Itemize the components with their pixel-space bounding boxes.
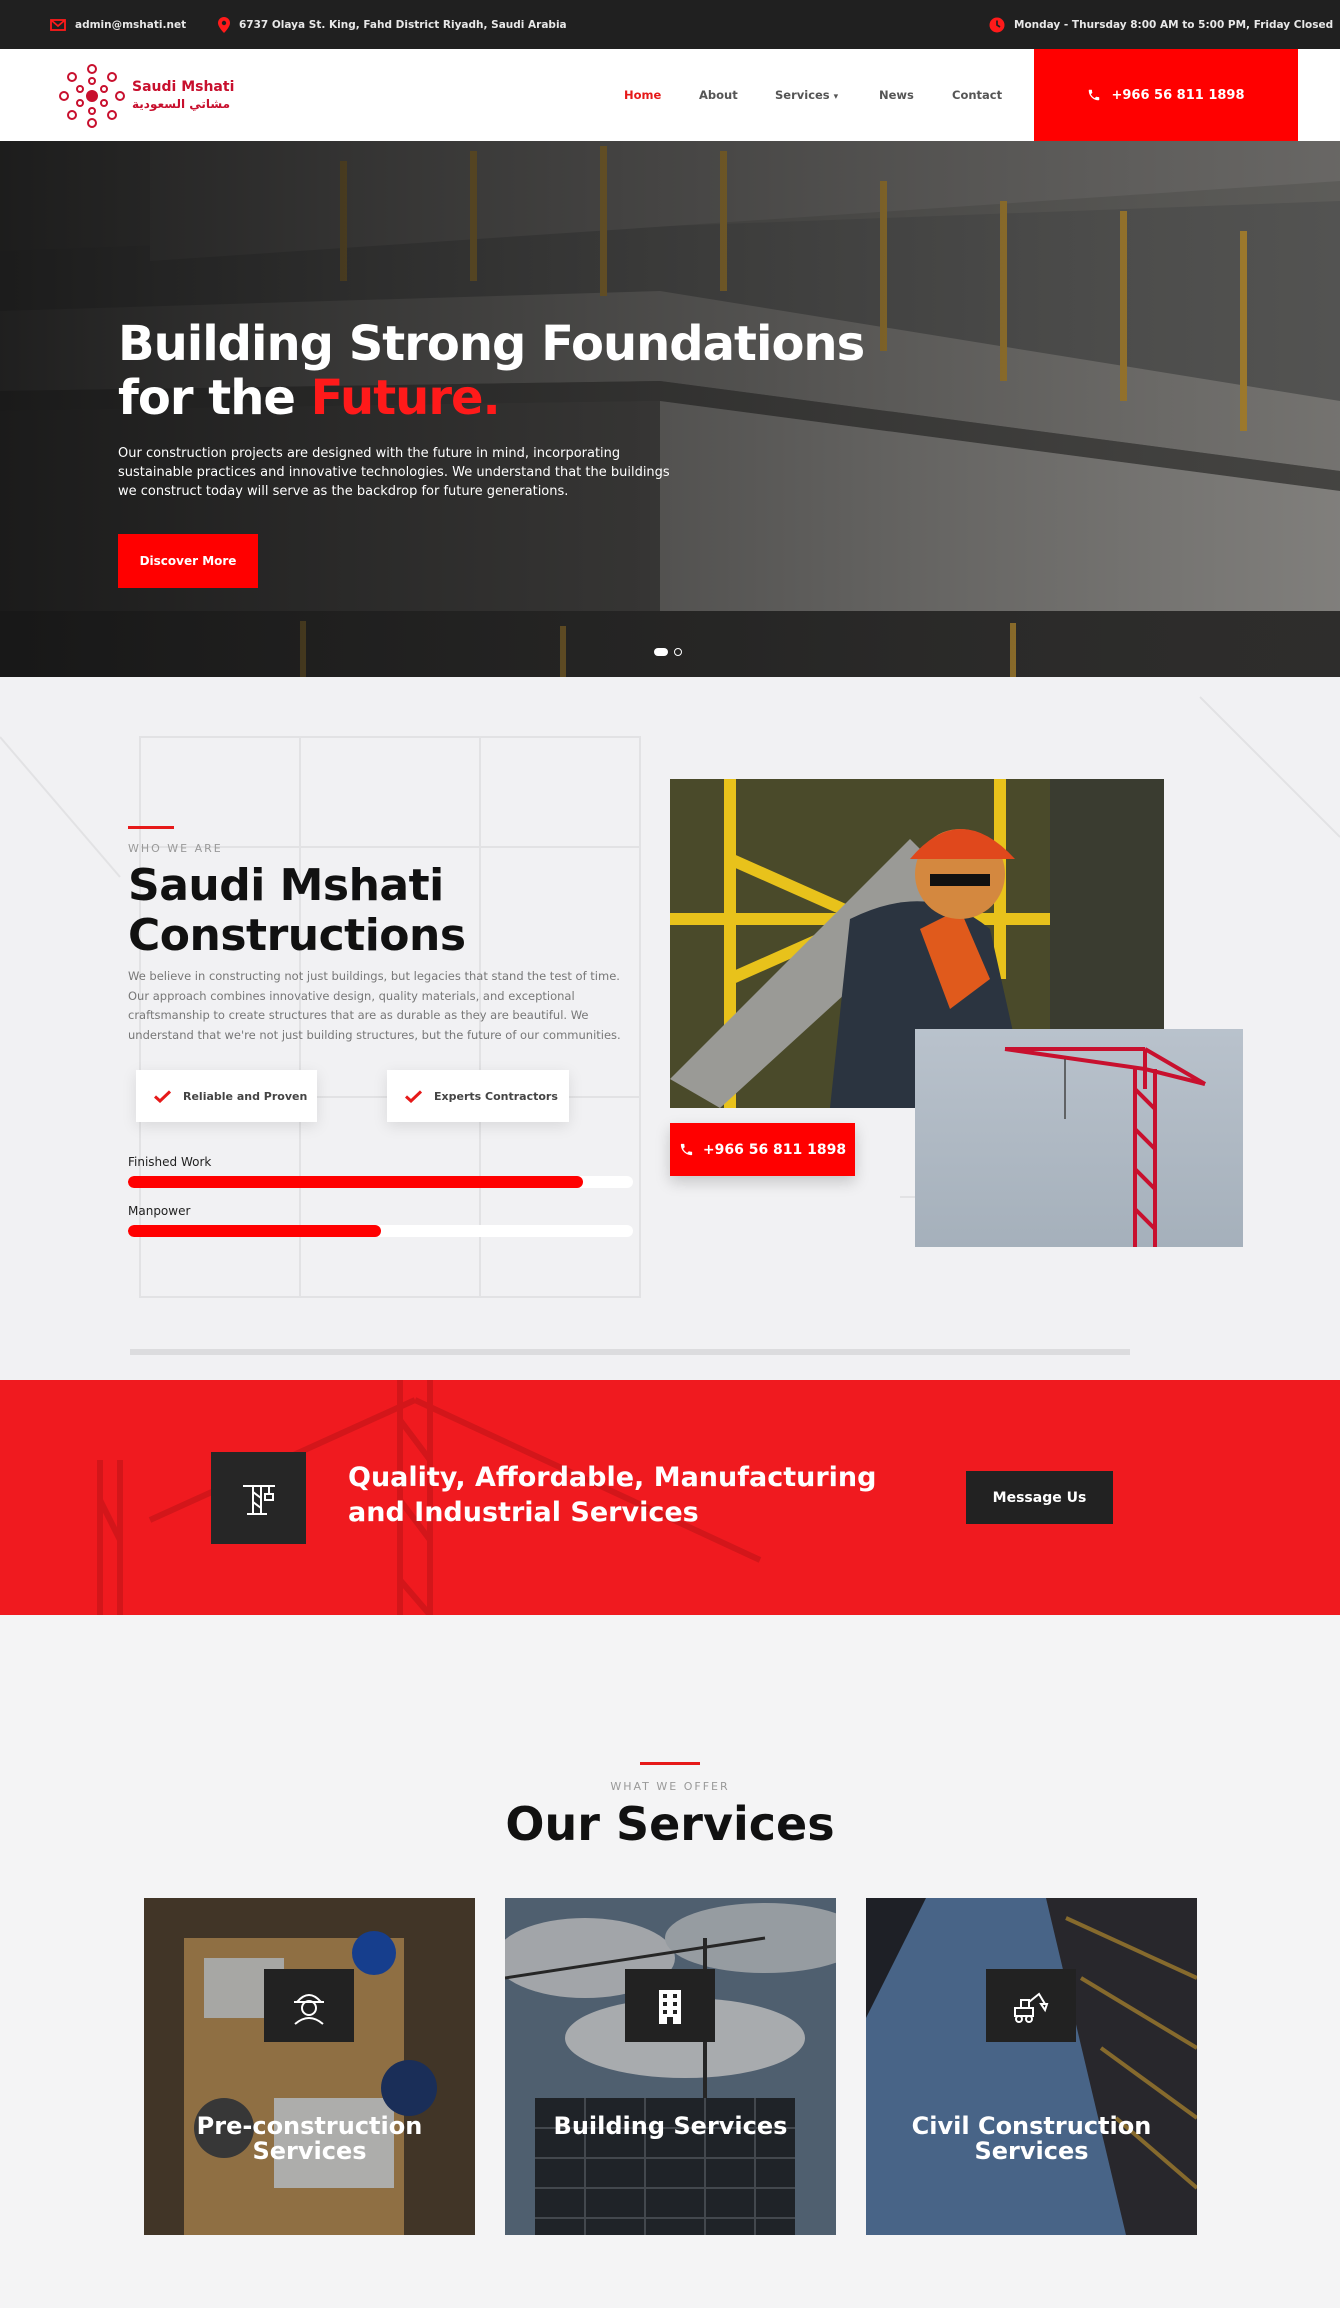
- topbar-address: 6737 Olaya St. King, Fahd District Riyad…: [218, 0, 567, 49]
- topbar-hours-text: Monday - Thursday 8:00 AM to 5:00 PM, Fr…: [1014, 18, 1334, 31]
- feature-experts-label: Experts Contractors: [434, 1089, 558, 1103]
- map-pin-icon: [218, 16, 230, 33]
- banner-title: Quality, Affordable, Manufacturing and I…: [348, 1460, 908, 1530]
- building-icon: [659, 1989, 681, 2024]
- progress-bar-finished: [128, 1176, 633, 1188]
- crane-icon: [242, 1485, 275, 1515]
- progress-label-manpower: Manpower: [128, 1204, 191, 1218]
- top-info-bar: admin@mshati.net 6737 Olaya St. King, Fa…: [0, 0, 1340, 49]
- hero-title-line1: Building Strong Foundations: [118, 316, 865, 372]
- progress-bar-manpower: [128, 1225, 633, 1237]
- nav-services-label: Services: [775, 88, 830, 102]
- about-description: We believe in constructing not just buil…: [128, 969, 621, 1042]
- topbar-email[interactable]: admin@mshati.net: [50, 0, 186, 49]
- feature-reliable: Reliable and Proven: [136, 1070, 317, 1122]
- envelope-icon: [50, 18, 66, 31]
- phone-icon: [680, 1143, 692, 1156]
- header-phone-text: +966 56 811 1898: [1111, 87, 1245, 103]
- nav-services[interactable]: Services ▾: [775, 88, 838, 102]
- site-logo[interactable]: Saudi Mshati مشاتي السعودية: [58, 63, 234, 129]
- service-card-title: Pre-construction Services: [144, 2114, 475, 2164]
- service-card-title: Civil Construction Services: [866, 2114, 1197, 2164]
- services-kicker-line: [640, 1762, 700, 1765]
- slider-dots: [654, 648, 682, 656]
- banner-title-line2: and Industrial Services: [348, 1497, 699, 1528]
- about-section: WHO WE ARE Saudi Mshati Constructions We…: [0, 677, 1340, 1380]
- about-phone-button[interactable]: +966 56 811 1898: [670, 1123, 855, 1176]
- slider-dot[interactable]: [674, 648, 682, 656]
- hero-description: Our construction projects are designed w…: [118, 446, 670, 499]
- feature-reliable-label: Reliable and Proven: [183, 1089, 308, 1103]
- about-phone-text: +966 56 811 1898: [702, 1141, 847, 1158]
- hero-title-highlight: Future.: [310, 370, 501, 426]
- nav-home[interactable]: Home: [624, 88, 661, 102]
- service-card-title-line1: Building Services: [553, 2112, 788, 2140]
- crane-photo: [915, 1029, 1243, 1247]
- hero-title-prefix: for the: [118, 370, 311, 426]
- about-kicker-line: [128, 826, 174, 829]
- site-header: Saudi Mshati مشاتي السعودية Home About S…: [0, 49, 1340, 141]
- logo-brand-arabic: مشاتي السعودية: [132, 97, 231, 111]
- chevron-down-icon: ▾: [833, 92, 839, 102]
- clock-icon: [989, 17, 1005, 32]
- hero-title-line2: for the Future.: [118, 371, 878, 425]
- nav-about[interactable]: About: [699, 88, 738, 102]
- service-card-building[interactable]: Building Services: [505, 1898, 836, 2235]
- banner-title-line1: Quality, Affordable, Manufacturing: [348, 1462, 877, 1493]
- banner-crane-icon-box: [211, 1452, 306, 1544]
- progress-fill-manpower: [128, 1225, 381, 1237]
- about-title-line1: Saudi Mshati: [128, 860, 444, 911]
- topbar-email-text[interactable]: admin@mshati.net: [75, 19, 186, 31]
- service-card-title-line2: Services: [974, 2137, 1089, 2165]
- service-card-title: Building Services: [505, 2114, 836, 2139]
- building-photo: [505, 1898, 836, 2235]
- service-card-title-line1: Civil Construction: [911, 2112, 1152, 2140]
- header-phone-button[interactable]: +966 56 811 1898: [1034, 49, 1298, 141]
- slider-dot-active[interactable]: [654, 648, 668, 656]
- about-title-line2: Constructions: [128, 910, 466, 961]
- card-icon-box: [264, 1969, 354, 2042]
- service-card-preconstruction[interactable]: Pre-construction Services: [144, 1898, 475, 2235]
- topbar-address-text: 6737 Olaya St. King, Fahd District Riyad…: [239, 18, 567, 31]
- excavator-icon: [1014, 1992, 1049, 2023]
- about-title: Saudi Mshati Constructions: [128, 861, 466, 961]
- phone-icon: [1089, 89, 1100, 101]
- check-icon: [154, 1089, 171, 1103]
- logo-mark-icon: [59, 64, 125, 128]
- service-card-title-line2: Services: [252, 2137, 367, 2165]
- preconstruction-photo: [144, 1898, 475, 2235]
- check-icon: [405, 1089, 422, 1103]
- hero-title: Building Strong Foundations for the Futu…: [118, 317, 878, 425]
- service-card-civil[interactable]: Civil Construction Services: [866, 1898, 1197, 2235]
- feature-experts: Experts Contractors: [387, 1070, 569, 1122]
- card-icon-box: [625, 1969, 715, 2042]
- progress-label-finished: Finished Work: [128, 1155, 212, 1169]
- discover-more-button[interactable]: Discover More: [118, 534, 258, 588]
- civil-construction-photo: [866, 1898, 1197, 2235]
- card-icon-box: [986, 1969, 1076, 2042]
- services-section: WHAT WE OFFER Our Services Pre-construct…: [0, 1615, 1340, 2308]
- services-title: Our Services: [505, 1797, 835, 1851]
- topbar-hours: Monday - Thursday 8:00 AM to 5:00 PM, Fr…: [989, 0, 1333, 49]
- hero-slider: Building Strong Foundations for the Futu…: [0, 141, 1340, 677]
- message-us-button[interactable]: Message Us: [966, 1471, 1113, 1524]
- service-card-title-line1: Pre-construction: [196, 2112, 423, 2140]
- logo-brand-name: Saudi Mshati: [132, 79, 235, 95]
- nav-contact[interactable]: Contact: [952, 88, 1002, 102]
- progress-fill-finished: [128, 1176, 583, 1188]
- worker-helmet-icon: [294, 1993, 324, 2025]
- services-kicker: WHAT WE OFFER: [610, 1780, 730, 1793]
- nav-news[interactable]: News: [879, 88, 914, 102]
- about-kicker: WHO WE ARE: [128, 842, 223, 855]
- cta-banner: Quality, Affordable, Manufacturing and I…: [0, 1380, 1340, 1615]
